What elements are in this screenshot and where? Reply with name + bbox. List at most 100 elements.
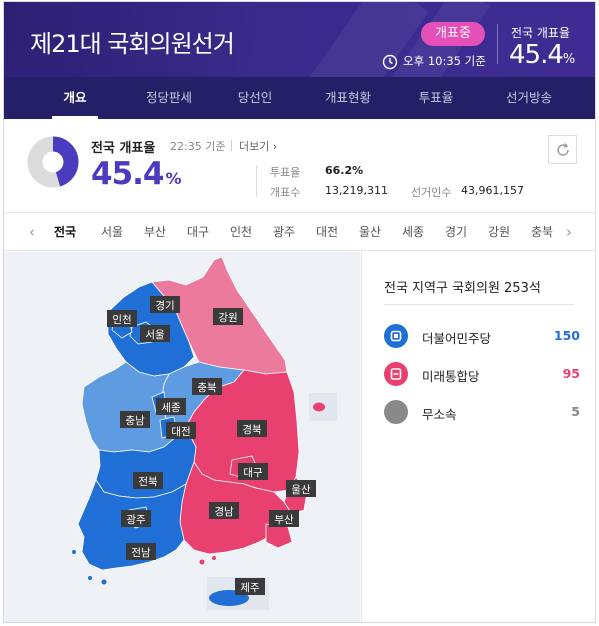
election-widget: 제21대 국회의원선거 개표중 오후 10:35 기준 전국 개표율 45.4%… <box>3 1 596 623</box>
more-link[interactable]: 더보기 › <box>239 138 277 154</box>
svg-text:부산: 부산 <box>274 514 294 526</box>
map-label-daegu: 대구 <box>238 463 268 480</box>
voters-label: 선거인수 <box>411 186 452 199</box>
map-label-incheon: 인천 <box>107 310 137 327</box>
svg-text:경북: 경북 <box>242 423 262 436</box>
party-row-dem[interactable]: 더불어민주당 150 <box>384 324 580 350</box>
region-tab-incheon[interactable]: 인천 <box>230 213 252 251</box>
korea-map: 경기 인천 서울 강원 충북 세종 충남 대전 경북 대구 전북 울산 광주 경… <box>72 256 337 610</box>
map-label-gwangju: 광주 <box>121 510 151 527</box>
map-label-gyeongnam: 경남 <box>209 502 239 519</box>
map-label-daejeon: 대전 <box>166 422 196 439</box>
map-label-sejong: 세종 <box>156 398 186 415</box>
divider <box>384 304 574 305</box>
region-tab-daegu[interactable]: 대구 <box>187 213 209 251</box>
svg-text:강원: 강원 <box>218 312 237 324</box>
svg-text:전북: 전북 <box>138 476 158 488</box>
summary-time: 22:35 기준 <box>170 140 226 153</box>
island-mark <box>101 579 107 585</box>
island-mark <box>88 576 92 580</box>
svg-text:경남: 경남 <box>214 505 234 518</box>
region-tab-sejong[interactable]: 세종 <box>402 213 424 251</box>
party-name: 무소속 <box>422 407 457 422</box>
region-tab-chungbuk[interactable]: 충북 <box>531 213 553 251</box>
tab-overview[interactable]: 개요 <box>52 77 98 119</box>
rate-value: 45.4% <box>509 40 575 70</box>
header: 제21대 국회의원선거 개표중 오후 10:35 기준 전국 개표율 45.4% <box>4 2 595 77</box>
tab-winners[interactable]: 당선인 <box>229 77 281 119</box>
dem-logo-icon <box>384 324 408 348</box>
region-tab-gangwon[interactable]: 강원 <box>488 213 510 251</box>
party-row-upc[interactable]: 미래통합당 95 <box>384 362 580 388</box>
svg-text:서울: 서울 <box>145 329 165 341</box>
svg-text:전남: 전남 <box>131 547 151 559</box>
map-area: 경기 인천 서울 강원 충북 세종 충남 대전 경북 대구 전북 울산 광주 경… <box>4 252 360 622</box>
progress-donut <box>27 136 79 188</box>
map-label-jeju: 제주 <box>235 578 265 595</box>
svg-text:울산: 울산 <box>291 484 311 496</box>
region-tab-daejeon[interactable]: 대전 <box>316 213 338 251</box>
map-label-gyeonggi: 경기 <box>150 296 180 313</box>
as-of-time: 오후 10:35 기준 <box>403 54 486 68</box>
clock-icon <box>382 54 398 70</box>
counted-value: 13,219,311 <box>325 184 388 197</box>
svg-text:세종: 세종 <box>161 402 181 414</box>
page-title: 제21대 국회의원선거 <box>30 30 235 58</box>
tab-broadcast[interactable]: 선거방송 <box>497 77 561 119</box>
svg-text:충남: 충남 <box>125 415 145 427</box>
svg-text:충북: 충북 <box>197 382 217 394</box>
upc-logo-icon <box>384 362 408 386</box>
region-ulleungdo[interactable] <box>313 402 325 412</box>
independent-icon <box>384 400 408 424</box>
party-name: 더불어민주당 <box>422 331 492 346</box>
tab-party-status[interactable]: 정당판세 <box>137 77 201 119</box>
summary-title: 전국 개표율 <box>91 141 156 156</box>
map-label-jeonnam: 전남 <box>126 543 156 560</box>
summary-rate: 45.4% <box>91 156 182 192</box>
voters-value: 43,961,157 <box>461 184 524 197</box>
svg-text:광주: 광주 <box>126 514 146 526</box>
map-label-busan: 부산 <box>269 510 299 527</box>
map-label-ulsan: 울산 <box>286 480 316 497</box>
refresh-icon <box>556 143 569 156</box>
island-mark <box>72 550 76 554</box>
counted-label: 개표수 <box>270 186 301 199</box>
region-tab-seoul[interactable]: 서울 <box>101 213 123 251</box>
chevron-right-icon[interactable]: › <box>561 213 577 251</box>
divider <box>256 165 257 197</box>
chevron-left-icon[interactable]: ‹ <box>24 213 40 251</box>
region-tabs: ‹ 전국 서울 부산 대구 인천 광주 대전 울산 세종 경기 강원 충북 › <box>4 213 595 251</box>
region-tab-gyeonggi[interactable]: 경기 <box>445 213 467 251</box>
divider <box>231 140 232 151</box>
seat-panel: 전국 지역구 국회의원 253석 더불어민주당 150 미래통합당 95 무소속… <box>361 252 595 622</box>
map-label-jeonbuk: 전북 <box>133 472 163 489</box>
summary-panel: 전국 개표율 22:35 기준 더보기 › 45.4% 투표율 66.2% 개표… <box>4 119 595 213</box>
rate-label: 전국 개표율 <box>511 26 571 40</box>
region-tab-gwangju[interactable]: 광주 <box>273 213 295 251</box>
island-mark <box>212 556 216 560</box>
turnout-value: 66.2% <box>325 164 364 177</box>
status-badge: 개표중 <box>421 22 485 46</box>
panel-title: 전국 지역구 국회의원 253석 <box>384 281 541 296</box>
svg-text:대구: 대구 <box>243 467 263 479</box>
svg-text:대전: 대전 <box>171 426 190 438</box>
party-seats: 95 <box>562 366 580 381</box>
island-mark <box>199 559 205 565</box>
tab-turnout[interactable]: 투표율 <box>410 77 462 119</box>
map-label-gyeongbuk: 경북 <box>237 420 267 437</box>
divider <box>497 24 498 64</box>
map-label-seoul: 서울 <box>140 325 170 342</box>
region-tab-busan[interactable]: 부산 <box>144 213 166 251</box>
refresh-button[interactable] <box>548 135 577 164</box>
region-tab-ulsan[interactable]: 울산 <box>359 213 381 251</box>
region-busan[interactable] <box>265 523 293 549</box>
tab-counting[interactable]: 개표현황 <box>316 77 380 119</box>
map-label-chungbuk: 충북 <box>192 378 222 395</box>
region-tab-national[interactable]: 전국 <box>54 213 76 251</box>
turnout-label: 투표율 <box>270 166 301 179</box>
party-name: 미래통합당 <box>422 369 480 384</box>
party-row-independent[interactable]: 무소속 5 <box>384 400 580 426</box>
svg-text:인천: 인천 <box>112 314 131 326</box>
map-label-chungnam: 충남 <box>120 411 150 428</box>
map-label-gangwon: 강원 <box>213 308 243 325</box>
